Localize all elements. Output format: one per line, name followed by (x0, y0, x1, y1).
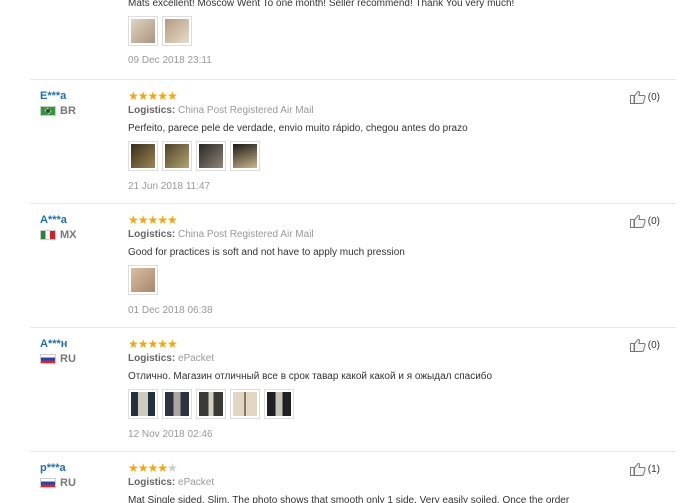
reviewer-info: E***a BR (40, 90, 76, 117)
review-photo[interactable] (162, 141, 192, 171)
review-photo[interactable] (128, 16, 158, 46)
reviewer-info: A***a MX (40, 214, 77, 241)
review-text: Mat Single sided. Slim. The photo shows … (128, 495, 570, 503)
divider (30, 203, 676, 204)
logistics-info: Logistics: China Post Registered Air Mai… (128, 229, 598, 240)
review-text: Отлично. Магазин отличный все в срок тав… (128, 371, 493, 382)
star-icon: ★★★★★ (128, 337, 178, 351)
review-photos (128, 141, 598, 171)
star-rating: ★★★★★ (128, 90, 598, 102)
reviewer-info: A***н RU (40, 338, 76, 365)
star-icon: ★★★★★ (128, 89, 178, 103)
helpful-count: (0) (647, 91, 660, 103)
brazil-flag-icon (40, 106, 56, 116)
divider (30, 451, 676, 452)
review-photo[interactable] (264, 389, 294, 419)
review-photo[interactable] (230, 389, 260, 419)
star-icon: ★ (167, 461, 178, 475)
logistics-label: Logistics: (128, 353, 176, 364)
review-content: ★★★★★ Logistics: China Post Registered A… (128, 214, 598, 316)
reviewer-name[interactable]: p***a (40, 462, 76, 474)
country-code: BR (60, 105, 76, 117)
review-text: Perfeito, parece pele de verdade, envio … (128, 123, 468, 134)
russia-flag-icon (40, 478, 56, 488)
thumbs-up-icon[interactable] (629, 462, 646, 476)
helpful-count: (0) (647, 339, 660, 351)
reviewer-country: BR (40, 105, 76, 117)
reviewer-country: RU (40, 353, 76, 365)
star-rating: ★★★★★ (128, 462, 598, 474)
russia-flag-icon (40, 354, 56, 364)
thumbs-up-icon[interactable] (629, 214, 646, 228)
helpful-count: (1) (647, 463, 660, 475)
divider (30, 79, 676, 80)
logistics-value: ePacket (178, 353, 215, 364)
logistics-value: ePacket (178, 477, 215, 488)
star-rating: ★★★★★ (128, 214, 598, 226)
review-date: 12 Nov 2018 02:46 (128, 429, 213, 440)
review-photo[interactable] (128, 141, 158, 171)
country-code: MX (60, 229, 77, 241)
logistics-info: Logistics: ePacket (128, 477, 598, 488)
logistics-info: Logistics: China Post Registered Air Mai… (128, 105, 598, 116)
logistics-value: China Post Registered Air Mail (178, 229, 314, 240)
logistics-value: China Post Registered Air Mail (178, 105, 314, 116)
review-photos (128, 389, 598, 419)
logistics-info: Logistics: ePacket (128, 353, 598, 364)
review-photo[interactable] (196, 389, 226, 419)
review-photo[interactable] (128, 389, 158, 419)
helpful-vote[interactable]: (0) (629, 90, 660, 104)
helpful-vote[interactable]: (0) (629, 214, 660, 228)
review-photos (128, 16, 598, 46)
mexico-flag-icon (40, 230, 56, 240)
helpful-count: (0) (647, 215, 660, 227)
review-photo[interactable] (230, 141, 260, 171)
star-rating: ★★★★★ (128, 338, 598, 350)
review-content: Mats excellent! Moscow Went To one month… (128, 0, 598, 66)
logistics-label: Logistics: (128, 105, 176, 116)
review-photo[interactable] (128, 265, 158, 295)
reviewer-info: p***a RU (40, 462, 76, 489)
thumbs-up-icon[interactable] (629, 90, 646, 104)
reviewer-country: MX (40, 229, 77, 241)
review-photo[interactable] (196, 141, 226, 171)
reviewer-name[interactable]: E***a (40, 90, 76, 102)
logistics-label: Logistics: (128, 477, 176, 488)
thumbs-up-icon[interactable] (629, 338, 646, 352)
star-icon: ★★★★ (128, 461, 168, 475)
country-code: RU (60, 353, 76, 365)
reviewer-country: RU (40, 477, 76, 489)
reviews-list: Mats excellent! Moscow Went To one month… (0, 0, 686, 503)
review-date: 09 Dec 2018 23:11 (128, 55, 212, 66)
review-content: ★★★★★ Logistics: China Post Registered A… (128, 90, 598, 192)
review-photos (128, 265, 598, 295)
divider (30, 327, 676, 328)
country-code: RU (60, 477, 76, 489)
review-text: Good for practices is soft and not have … (128, 247, 405, 258)
review-date: 21 Jun 2018 11:47 (128, 181, 211, 192)
star-icon: ★★★★★ (128, 213, 178, 227)
reviewer-name[interactable]: A***a (40, 214, 77, 226)
review-photo[interactable] (162, 16, 192, 46)
helpful-vote[interactable]: (0) (629, 338, 660, 352)
review-content: ★★★★★ Logistics: ePacket Отлично. Магази… (128, 338, 598, 440)
review-text: Mats excellent! Moscow Went To one month… (128, 0, 515, 9)
reviewer-name[interactable]: A***н (40, 338, 76, 350)
helpful-vote[interactable]: (1) (629, 462, 660, 476)
logistics-label: Logistics: (128, 229, 176, 240)
review-date: 01 Dec 2018 06:38 (128, 305, 213, 316)
review-photo[interactable] (162, 389, 192, 419)
review-content: ★★★★★ Logistics: ePacket Mat Single side… (128, 462, 598, 503)
